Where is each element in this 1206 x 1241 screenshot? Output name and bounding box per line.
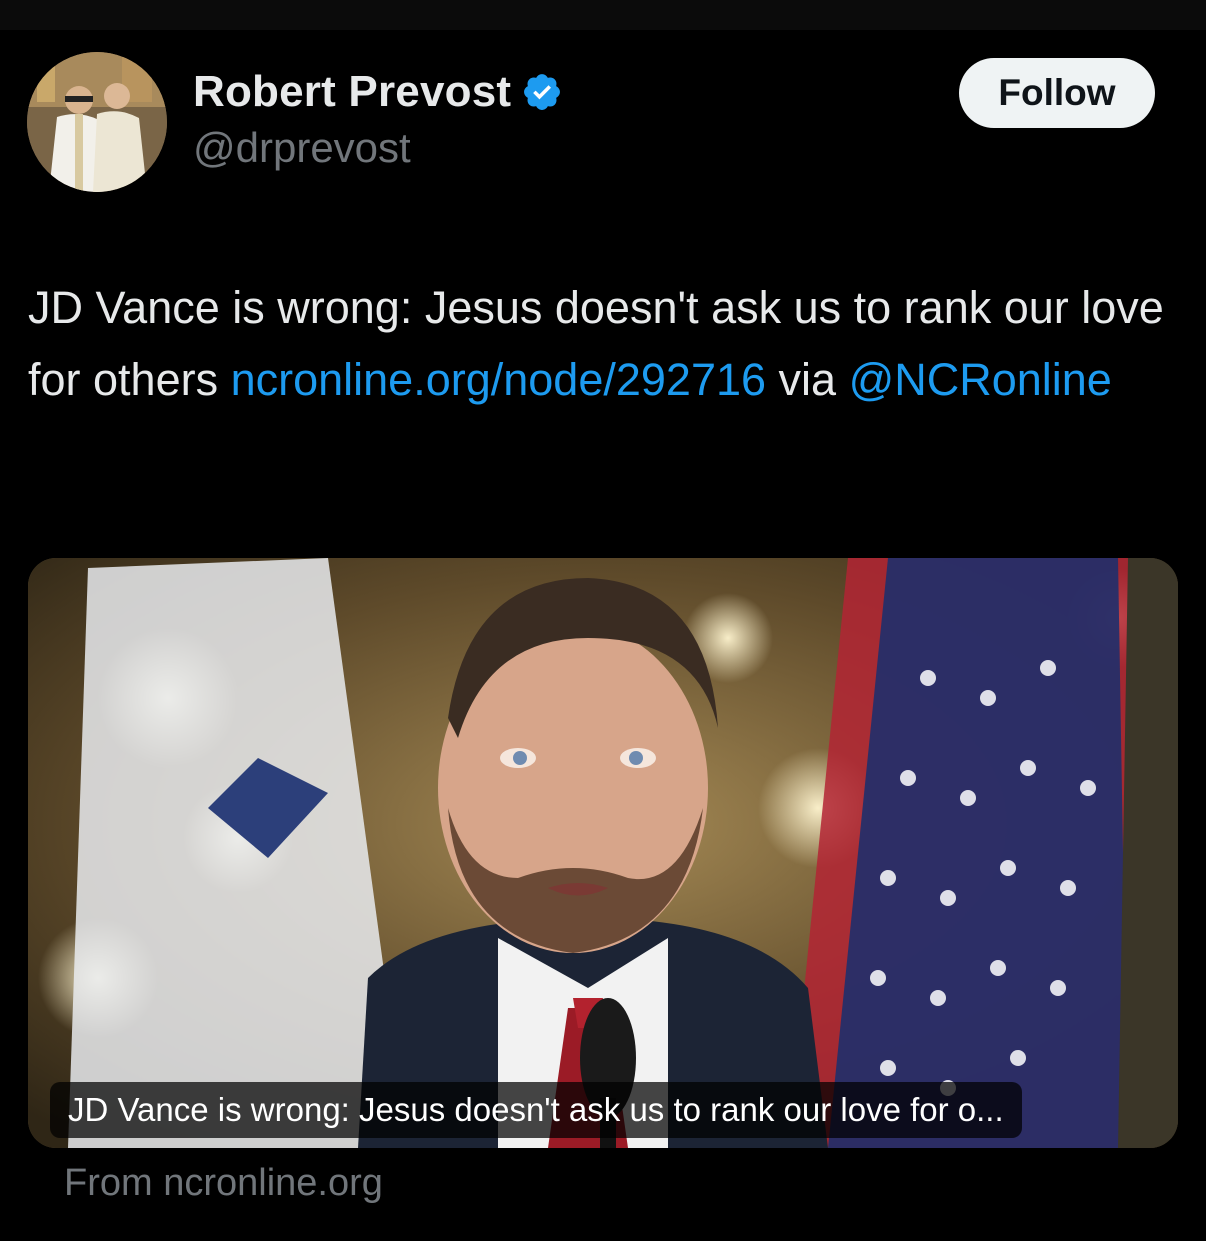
tweet-mention[interactable]: @NCRonline bbox=[849, 354, 1112, 405]
avatar[interactable] bbox=[27, 52, 167, 192]
author-display-name[interactable]: Robert Prevost bbox=[193, 67, 511, 117]
tweet-text: JD Vance is wrong: Jesus doesn't ask us … bbox=[28, 272, 1188, 416]
card-title[interactable]: JD Vance is wrong: Jesus doesn't ask us … bbox=[50, 1082, 1022, 1138]
link-preview-card[interactable]: JD Vance is wrong: Jesus doesn't ask us … bbox=[28, 558, 1178, 1148]
author-name-row: Robert Prevost bbox=[193, 66, 563, 118]
card-image bbox=[28, 558, 1178, 1148]
author-handle[interactable]: @drprevost bbox=[193, 124, 411, 172]
tweet-text-via: via bbox=[766, 354, 849, 405]
status-bar-strip bbox=[0, 0, 1206, 30]
verified-badge-icon[interactable] bbox=[521, 71, 563, 113]
follow-button[interactable]: Follow bbox=[959, 58, 1155, 128]
card-source[interactable]: From ncronline.org bbox=[64, 1162, 383, 1205]
avatar-photo bbox=[27, 52, 167, 192]
tweet-link[interactable]: ncronline.org/node/292716 bbox=[231, 354, 766, 405]
